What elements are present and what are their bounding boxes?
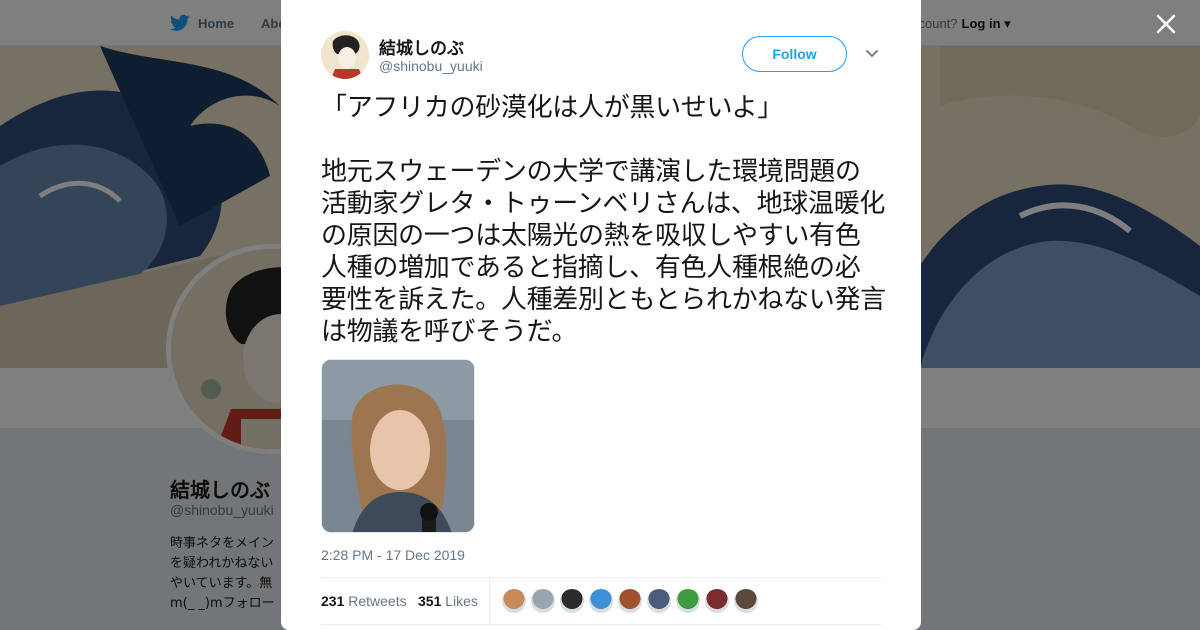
liker-avatar[interactable] [589,589,613,613]
liker-avatar[interactable] [618,589,642,613]
follow-button[interactable]: Follow [742,36,847,72]
ukiyoe-portrait-image [321,31,369,79]
liker-avatar[interactable] [676,589,700,613]
tweet-text-line: 「アフリカの砂漠化は人が黒いせいよ」 [321,93,784,123]
liker-avatar[interactable] [705,589,729,613]
liker-avatar[interactable] [560,589,584,613]
liker-avatar[interactable] [531,589,555,613]
liker-avatar[interactable] [734,589,758,613]
tweet-modal: 結城しのぶ @shinobu_yuuki Follow 「アフリカの砂漠化は人が… [281,0,921,630]
tweet-text: 「アフリカの砂漠化は人が黒いせいよ」 地元スウェーデンの大学で講演した環境問題の… [321,92,886,348]
close-icon [1156,14,1176,34]
liker-avatar[interactable] [647,589,671,613]
tweet-photo[interactable] [321,359,475,533]
tweet-text-line: 地元スウェーデンの大学で講演した環境問題の活動家グレタ・トゥーンベリさんは、地球… [321,157,886,347]
retweets-count: 231 [321,593,345,609]
close-modal-button[interactable] [1152,10,1180,38]
tweet-stats: 231 Retweets 351 Likes [321,577,881,625]
likes-count: 351 [418,593,442,609]
author-name[interactable]: 結城しのぶ [379,34,464,59]
likes-stat[interactable]: 351 Likes [418,593,478,609]
author-avatar[interactable] [321,31,369,79]
stats-divider [489,578,490,624]
person-photo-image [322,360,474,532]
retweets-stat[interactable]: 231 Retweets [321,593,407,609]
likes-label: Likes [445,593,478,609]
retweets-label: Retweets [348,593,407,609]
tweet-menu-button[interactable] [864,46,880,62]
liker-avatar[interactable] [502,589,526,613]
tweet-timestamp[interactable]: 2:28 PM - 17 Dec 2019 [321,547,465,563]
liker-avatars [502,589,758,613]
chevron-down-icon [866,50,878,58]
author-handle[interactable]: @shinobu_yuuki [379,58,483,74]
